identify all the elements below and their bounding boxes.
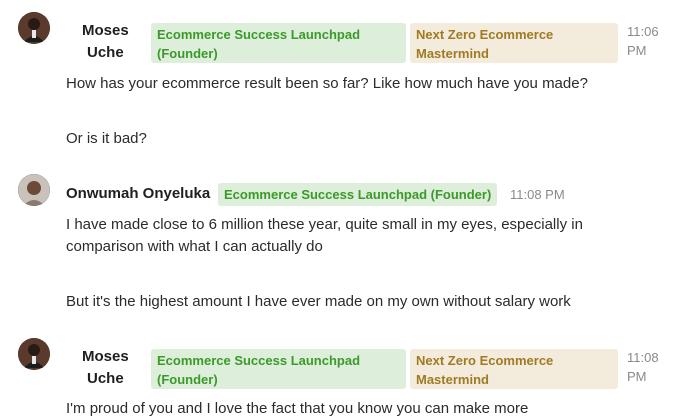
role-badge-mastermind: Next Zero Ecommerce Mastermind: [410, 23, 618, 63]
badge-line: Ecommerce Success Launchpad: [157, 27, 361, 42]
avatar[interactable]: [18, 12, 50, 44]
message-text: Or is it bad?: [66, 130, 147, 147]
role-badge-launchpad: Ecommerce Success Launchpad (Founder): [218, 183, 498, 206]
timestamp: 11:08 PM: [510, 187, 565, 202]
author-name[interactable]: Onwumah Onyeluka: [66, 183, 210, 205]
timestamp-line: PM: [627, 43, 647, 58]
role-badge-launchpad: Ecommerce Success Launchpad (Founder): [151, 349, 406, 389]
badge-line: (Founder): [157, 372, 218, 387]
avatar[interactable]: [18, 174, 50, 206]
message-text: I'm proud of you and I love the fact tha…: [66, 400, 529, 417]
message-text: How has your ecommerce result been so fa…: [66, 75, 588, 92]
message-text: comparison with what I can actually do: [66, 238, 323, 255]
role-badge-mastermind: Next Zero Ecommerce Mastermind: [410, 349, 618, 389]
badge-line: Next Zero Ecommerce: [416, 27, 554, 42]
avatar[interactable]: [18, 338, 50, 370]
badge-line: Mastermind: [416, 372, 489, 387]
timestamp-line: PM: [627, 369, 647, 384]
message-text: I have made close to 6 million these yea…: [66, 216, 583, 233]
author-name[interactable]: Uche: [87, 42, 124, 64]
timestamp: 11:08 PM: [627, 348, 659, 386]
timestamp: 11:06 PM: [627, 22, 659, 60]
role-badge-launchpad: Ecommerce Success Launchpad (Founder): [151, 23, 406, 63]
message-text: But it's the highest amount I have ever …: [66, 293, 571, 310]
badge-line: Ecommerce Success Launchpad: [157, 353, 361, 368]
timestamp-line: 11:06: [627, 24, 659, 39]
author-name[interactable]: Moses: [82, 20, 129, 42]
author-name[interactable]: Uche: [87, 368, 124, 390]
author-name[interactable]: Moses: [82, 346, 129, 368]
badge-line: Next Zero Ecommerce: [416, 353, 554, 368]
badge-line: Mastermind: [416, 46, 489, 61]
timestamp-line: 11:08: [627, 350, 659, 365]
badge-line: (Founder): [157, 46, 218, 61]
